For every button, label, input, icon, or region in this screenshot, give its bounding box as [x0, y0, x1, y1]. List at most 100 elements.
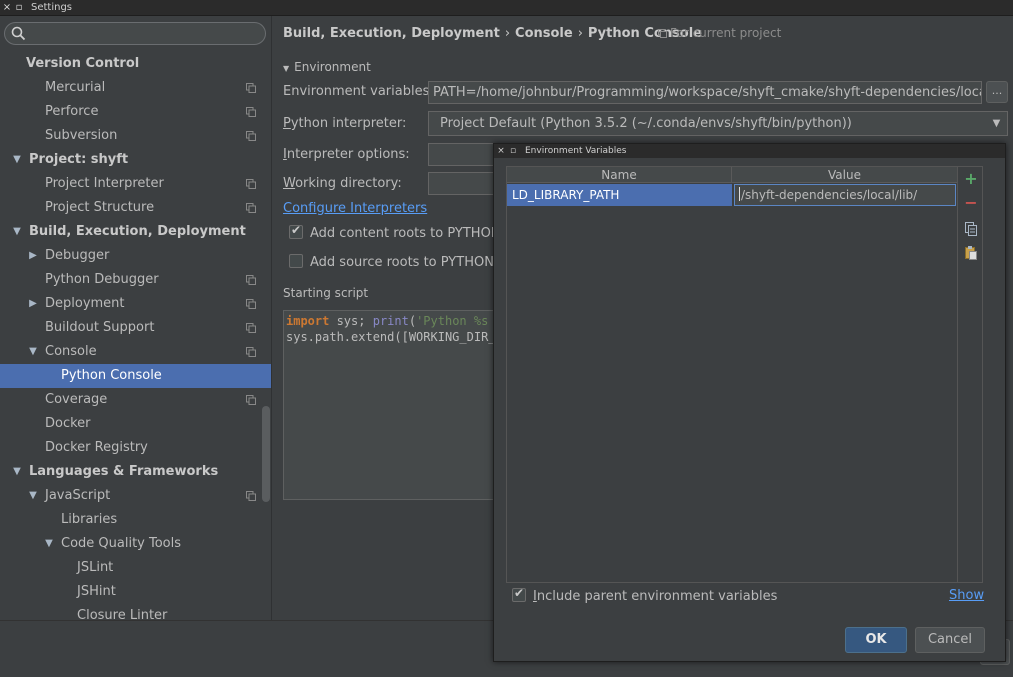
- env-vars-field[interactable]: PATH=/home/johnbur/Programming/workspace…: [428, 81, 982, 104]
- dialog-title: Environment Variables: [525, 146, 627, 156]
- sidebar-item-label: Perforce: [45, 104, 99, 119]
- sidebar-item-label: Python Debugger: [45, 272, 159, 287]
- paste-icon[interactable]: [963, 245, 979, 261]
- project-level-icon: [246, 179, 256, 189]
- sidebar-item[interactable]: Docker: [0, 412, 271, 436]
- sidebar-item-label: Libraries: [61, 512, 118, 527]
- remove-icon[interactable]: −: [963, 195, 979, 211]
- project-level-icon: [246, 347, 256, 357]
- env-var-name-cell[interactable]: LD_LIBRARY_PATH: [507, 184, 732, 206]
- sidebar-item-label: Project: shyft: [29, 152, 129, 167]
- show-parent-env-link[interactable]: Show: [949, 588, 984, 603]
- text-caret: [739, 187, 740, 201]
- search-input[interactable]: [4, 22, 266, 45]
- checkbox-checked[interactable]: [289, 223, 303, 239]
- project-level-icon: [246, 131, 256, 141]
- sidebar-item-label: Deployment: [45, 296, 125, 311]
- collapse-triangle-icon: ▼: [283, 64, 290, 73]
- dialog-title-bar: × ▫ Environment Variables: [494, 144, 1005, 158]
- sidebar-item-label: Docker: [45, 416, 91, 431]
- maximize-icon[interactable]: ▫: [14, 0, 24, 16]
- configure-interpreters-link[interactable]: Configure Interpreters: [283, 201, 427, 216]
- sidebar-item[interactable]: Closure Linter: [0, 604, 271, 620]
- expanded-arrow-icon[interactable]: ▼: [27, 484, 39, 508]
- sidebar-item[interactable]: Project Interpreter: [0, 172, 271, 196]
- expanded-arrow-icon[interactable]: ▼: [11, 220, 23, 244]
- breadcrumb-item: Build, Execution, Deployment: [283, 26, 500, 41]
- project-level-icon: [246, 395, 256, 405]
- close-icon[interactable]: ×: [2, 0, 12, 16]
- environment-section-header[interactable]: ▼ Environment: [283, 60, 371, 74]
- sidebar-item[interactable]: Docker Registry: [0, 436, 271, 460]
- sidebar-item[interactable]: JSLint: [0, 556, 271, 580]
- project-level-icon: [246, 275, 256, 285]
- sidebar-item-label: Version Control: [26, 56, 140, 71]
- expanded-arrow-icon[interactable]: ▼: [27, 340, 39, 364]
- sidebar-item[interactable]: ▶ Deployment: [0, 292, 271, 316]
- sidebar-item-label: Mercurial: [45, 80, 106, 95]
- sidebar-item[interactable]: Libraries: [0, 508, 271, 532]
- sidebar-item[interactable]: Perforce: [0, 100, 271, 124]
- sidebar-item[interactable]: Python Console: [0, 364, 271, 388]
- collapsed-arrow-icon[interactable]: ▶: [27, 292, 39, 316]
- sidebar-item[interactable]: ▼ JavaScript: [0, 484, 271, 508]
- env-vars-label: Environment variables:: [283, 84, 434, 99]
- sidebar-item[interactable]: Version Control: [0, 52, 271, 76]
- sidebar-item[interactable]: ▼ Build, Execution, Deployment: [0, 220, 271, 244]
- sidebar-item[interactable]: ▼ Languages & Frameworks: [0, 460, 271, 484]
- ok-button[interactable]: OK: [845, 627, 907, 653]
- sidebar-item-label: Languages & Frameworks: [29, 464, 219, 479]
- add-source-roots-checkbox[interactable]: Add source roots to PYTHONPA: [289, 254, 510, 270]
- copy-icon[interactable]: [963, 221, 979, 237]
- env-vars-browse-button[interactable]: ...: [986, 81, 1008, 103]
- starting-script-label: Starting script: [283, 286, 369, 300]
- window-title: Settings: [31, 2, 73, 13]
- project-level-icon: [246, 323, 256, 333]
- column-header-value[interactable]: Value: [732, 167, 957, 183]
- project-level-icon: [246, 203, 256, 213]
- include-parent-env-checkbox[interactable]: Include parent environment variables: [512, 586, 777, 604]
- column-header-name[interactable]: Name: [507, 167, 732, 183]
- sidebar-item-label: JavaScript: [45, 488, 111, 503]
- expanded-arrow-icon[interactable]: ▼: [11, 460, 23, 484]
- python-interpreter-select[interactable]: Project Default (Python 3.5.2 (~/.conda/…: [428, 111, 988, 136]
- sidebar-item-label: Console: [45, 344, 97, 359]
- checkbox-unchecked[interactable]: [289, 254, 303, 268]
- starting-script-editor[interactable]: import sys; print('Python %s on %s' sys.…: [283, 310, 508, 500]
- cancel-button[interactable]: Cancel: [915, 627, 985, 653]
- sidebar-item[interactable]: Subversion: [0, 124, 271, 148]
- project-icon: [658, 29, 667, 38]
- env-var-value-cell-editor[interactable]: /shyft-dependencies/local/lib/: [734, 184, 956, 206]
- sidebar-item[interactable]: Python Debugger: [0, 268, 271, 292]
- sidebar-item[interactable]: ▼ Project: shyft: [0, 148, 271, 172]
- settings-sidebar: Version Control Mercurial Perforce Subversi…: [0, 16, 272, 620]
- table-row[interactable]: LD_LIBRARY_PATH /shyft-dependencies/loca…: [507, 184, 957, 206]
- sidebar-scrollbar[interactable]: [262, 406, 270, 502]
- sidebar-item[interactable]: Mercurial: [0, 76, 271, 100]
- add-content-roots-checkbox[interactable]: Add content roots to PYTHONF: [289, 223, 508, 241]
- sidebar-item-label: Build, Execution, Deployment: [29, 224, 246, 239]
- sidebar-item[interactable]: JSHint: [0, 580, 271, 604]
- project-level-icon: [246, 491, 256, 501]
- checkbox-checked[interactable]: [512, 586, 526, 602]
- project-level-icon: [246, 299, 256, 309]
- collapsed-arrow-icon[interactable]: ▶: [27, 244, 39, 268]
- sidebar-item[interactable]: Coverage: [0, 388, 271, 412]
- sidebar-item[interactable]: ▼ Code Quality Tools: [0, 532, 271, 556]
- sidebar-item-label: Project Interpreter: [45, 176, 164, 191]
- expanded-arrow-icon[interactable]: ▼: [11, 148, 23, 172]
- maximize-icon[interactable]: ▫: [508, 144, 518, 158]
- add-icon[interactable]: +: [963, 171, 979, 187]
- chevron-down-icon[interactable]: ▼: [986, 111, 1008, 136]
- close-icon[interactable]: ×: [496, 144, 506, 158]
- sidebar-item-label: Docker Registry: [45, 440, 148, 455]
- for-current-project-note: For current project: [658, 26, 781, 40]
- sidebar-item[interactable]: ▶ Debugger: [0, 244, 271, 268]
- sidebar-item-label: JSHint: [77, 584, 116, 599]
- sidebar-item[interactable]: Project Structure: [0, 196, 271, 220]
- sidebar-item-label: Python Console: [61, 368, 162, 383]
- sidebar-item[interactable]: Buildout Support: [0, 316, 271, 340]
- expanded-arrow-icon[interactable]: ▼: [43, 532, 55, 556]
- sidebar-item-label: Closure Linter: [77, 608, 168, 620]
- sidebar-item[interactable]: ▼ Console: [0, 340, 271, 364]
